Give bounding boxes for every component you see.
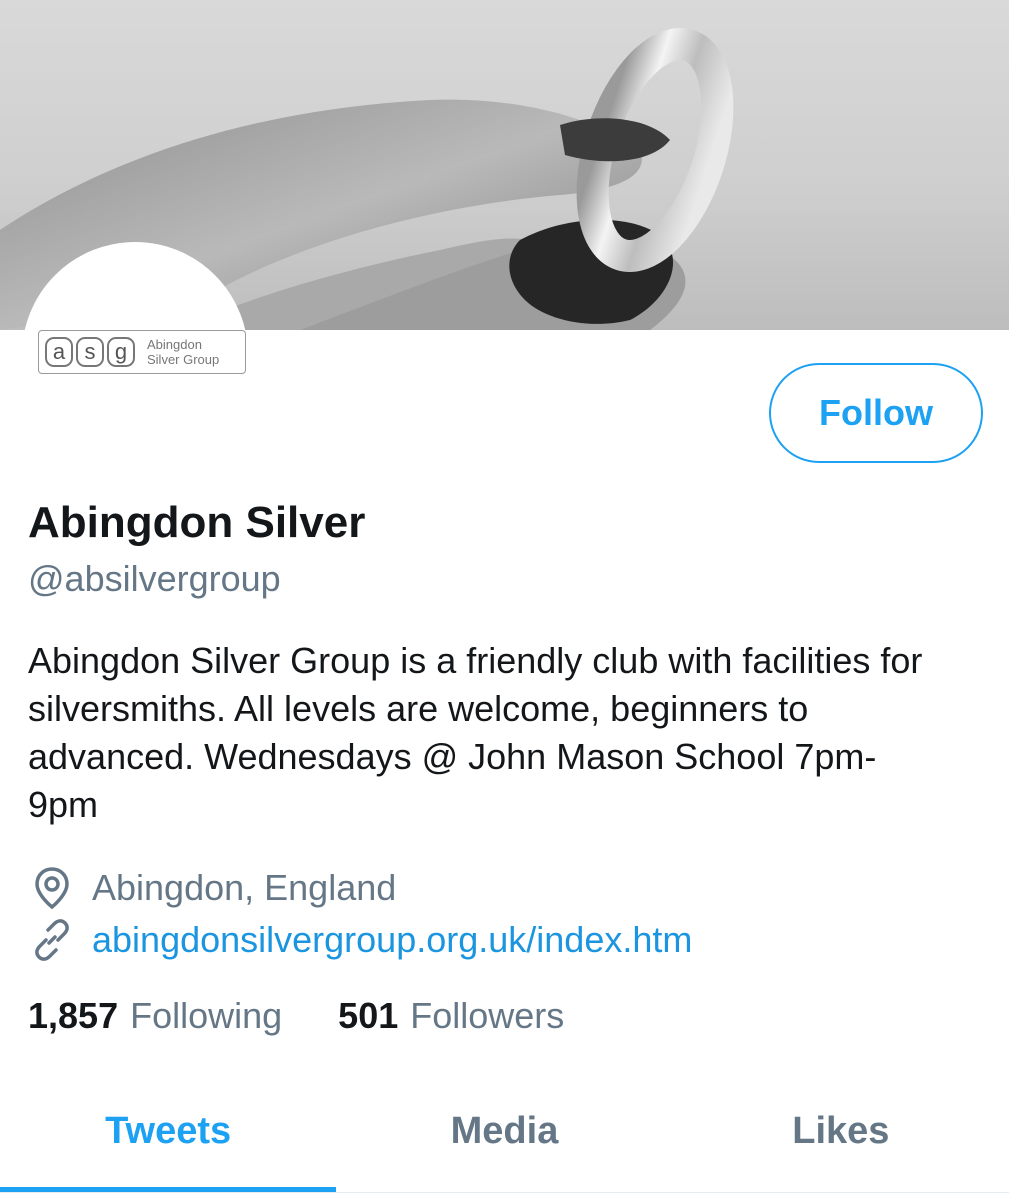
location-text: Abingdon, England [92, 867, 397, 908]
logo-text: Abingdon Silver Group [147, 337, 219, 367]
profile-page: a s g Abingdon Silver Group Follow Abing… [0, 0, 1009, 1200]
logo-letter-s: s [76, 337, 104, 367]
link-icon [28, 918, 76, 962]
logo-letter-g: g [107, 337, 135, 367]
location-pin-icon [28, 866, 76, 910]
followers-count: 501 [338, 995, 399, 1036]
profile-stats: 1,857 Following 501 Followers [28, 995, 620, 1037]
tab-likes[interactable]: Likes [673, 1080, 1009, 1200]
profile-location: Abingdon, England [28, 866, 396, 910]
tab-tweets[interactable]: Tweets [0, 1080, 336, 1200]
following-label: Following [130, 995, 283, 1036]
profile-tabs: Tweets Media Likes [0, 1080, 1009, 1200]
website-link[interactable]: abingdonsilvergroup.org.uk/index.htm [92, 919, 692, 961]
logo-line2: Silver Group [147, 352, 220, 367]
profile-display-name: Abingdon Silver [28, 498, 366, 547]
tab-media[interactable]: Media [336, 1080, 672, 1200]
follow-button[interactable]: Follow [769, 363, 983, 463]
profile-avatar[interactable]: a s g Abingdon Silver Group [22, 242, 248, 468]
profile-handle: @absilvergroup [28, 558, 281, 599]
followers-label: Followers [410, 995, 565, 1036]
logo-line1: Abingdon [147, 337, 202, 352]
tabs-divider [0, 1192, 1009, 1193]
following-count: 1,857 [28, 995, 119, 1036]
asg-logo: a s g Abingdon Silver Group [38, 330, 246, 374]
followers-stat[interactable]: 501 Followers [338, 995, 564, 1037]
profile-website[interactable]: abingdonsilvergroup.org.uk/index.htm [28, 918, 692, 962]
logo-letters: a s g [45, 337, 135, 367]
profile-bio: Abingdon Silver Group is a friendly club… [28, 640, 923, 825]
logo-letter-a: a [45, 337, 73, 367]
following-stat[interactable]: 1,857 Following [28, 995, 282, 1037]
